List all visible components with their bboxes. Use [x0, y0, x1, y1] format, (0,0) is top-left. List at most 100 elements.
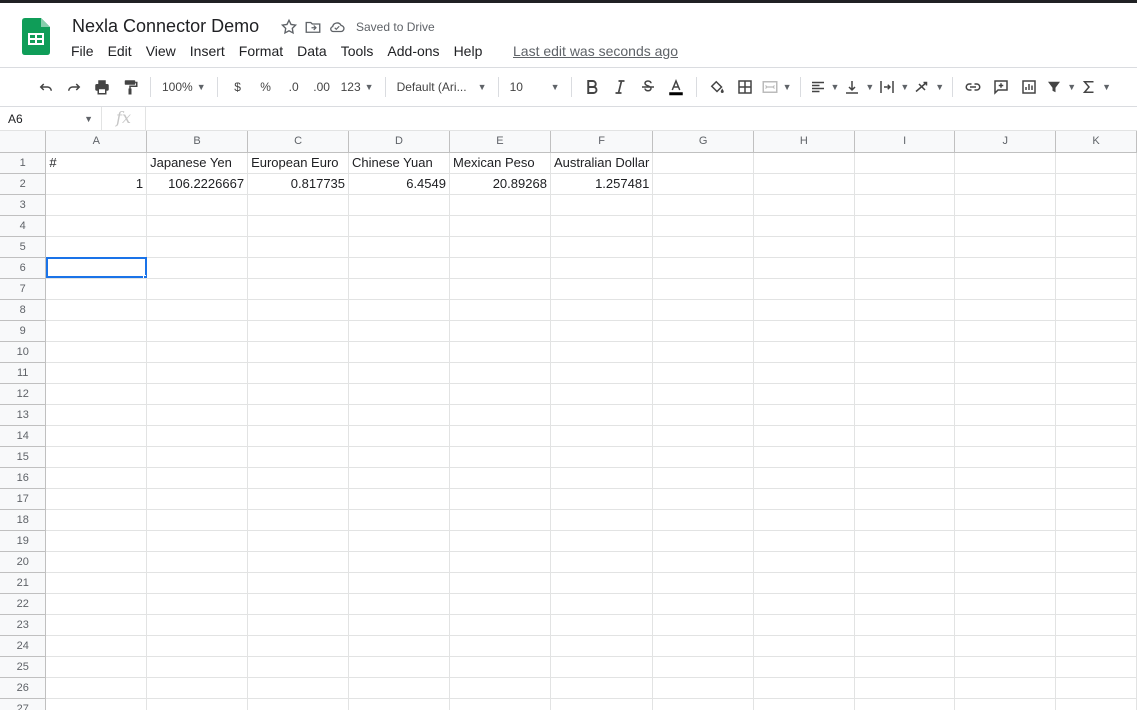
cell-k12[interactable] [1055, 383, 1137, 405]
cell-a12[interactable] [45, 383, 148, 405]
horizontal-align-icon[interactable]: ▼ [809, 75, 839, 99]
cell-k8[interactable] [1055, 299, 1137, 321]
cell-f8[interactable] [550, 299, 654, 321]
cell-e3[interactable] [449, 194, 551, 216]
vertical-align-icon[interactable]: ▼ [843, 75, 874, 99]
cell-c27[interactable] [247, 698, 350, 710]
cell-d20[interactable] [348, 551, 450, 573]
cell-f11[interactable] [550, 362, 654, 384]
cell-b19[interactable] [146, 530, 249, 552]
cell-e17[interactable] [449, 488, 551, 510]
print-icon[interactable] [90, 75, 114, 99]
cell-a19[interactable] [45, 530, 148, 552]
cell-i9[interactable] [854, 320, 956, 342]
cell-h26[interactable] [753, 677, 855, 699]
cell-a4[interactable] [45, 215, 148, 237]
cell-b17[interactable] [146, 488, 249, 510]
increase-decimal-button[interactable]: .00 [310, 75, 334, 99]
cell-f7[interactable] [550, 278, 654, 300]
cell-i3[interactable] [854, 194, 956, 216]
cell-e27[interactable] [449, 698, 551, 710]
cell-e11[interactable] [449, 362, 551, 384]
cell-a26[interactable] [45, 677, 148, 699]
cell-k4[interactable] [1055, 215, 1137, 237]
cell-c9[interactable] [247, 320, 350, 342]
cell-f20[interactable] [550, 551, 654, 573]
cell-f13[interactable] [550, 404, 654, 426]
cell-k13[interactable] [1055, 404, 1137, 426]
cell-d1[interactable]: Chinese Yuan [348, 152, 450, 174]
move-to-folder-icon[interactable] [304, 18, 322, 36]
star-icon[interactable] [280, 18, 298, 36]
undo-icon[interactable] [34, 75, 58, 99]
decrease-decimal-button[interactable]: .0 [282, 75, 306, 99]
cell-g7[interactable] [652, 278, 755, 300]
cell-g15[interactable] [652, 446, 755, 468]
redo-icon[interactable] [62, 75, 86, 99]
cell-a22[interactable] [45, 593, 148, 615]
cell-b11[interactable] [146, 362, 249, 384]
cell-c25[interactable] [247, 656, 350, 678]
cell-f14[interactable] [550, 425, 654, 447]
formula-input[interactable] [146, 107, 1137, 131]
cell-h20[interactable] [753, 551, 855, 573]
cell-g11[interactable] [652, 362, 755, 384]
cell-d13[interactable] [348, 404, 450, 426]
cell-k9[interactable] [1055, 320, 1137, 342]
row-header-8[interactable]: 8 [0, 299, 47, 321]
cell-j15[interactable] [954, 446, 1057, 468]
cell-f5[interactable] [550, 236, 654, 258]
cell-e21[interactable] [449, 572, 551, 594]
cell-b14[interactable] [146, 425, 249, 447]
cell-f3[interactable] [550, 194, 654, 216]
row-header-21[interactable]: 21 [0, 572, 47, 594]
cell-i1[interactable] [854, 152, 956, 174]
cell-c23[interactable] [247, 614, 350, 636]
name-box[interactable]: A6 ▼ [0, 106, 102, 131]
cell-a1[interactable]: # [45, 152, 148, 174]
cell-g19[interactable] [652, 530, 755, 552]
fill-handle[interactable] [143, 274, 146, 277]
cell-h16[interactable] [753, 467, 855, 489]
cell-g24[interactable] [652, 635, 755, 657]
cell-d18[interactable] [348, 509, 450, 531]
row-header-26[interactable]: 26 [0, 677, 47, 699]
cell-h24[interactable] [753, 635, 855, 657]
cell-e2[interactable]: 20.89268 [449, 173, 551, 195]
cell-c4[interactable] [247, 215, 350, 237]
cell-j26[interactable] [954, 677, 1057, 699]
cell-c6[interactable] [247, 257, 350, 279]
row-header-19[interactable]: 19 [0, 530, 47, 552]
cell-k17[interactable] [1055, 488, 1137, 510]
cell-f21[interactable] [550, 572, 654, 594]
cell-e18[interactable] [449, 509, 551, 531]
cell-i24[interactable] [854, 635, 956, 657]
merge-cells-icon[interactable]: ▼ [761, 75, 792, 99]
filter-icon[interactable]: ▼ [1045, 75, 1076, 99]
cell-e20[interactable] [449, 551, 551, 573]
cell-g25[interactable] [652, 656, 755, 678]
cell-i26[interactable] [854, 677, 956, 699]
cell-k27[interactable] [1055, 698, 1137, 710]
cell-g13[interactable] [652, 404, 755, 426]
cell-b3[interactable] [146, 194, 249, 216]
cell-h17[interactable] [753, 488, 855, 510]
text-rotation-icon[interactable]: ▼ [913, 75, 944, 99]
cell-i13[interactable] [854, 404, 956, 426]
row-header-13[interactable]: 13 [0, 404, 47, 426]
row-header-12[interactable]: 12 [0, 383, 47, 405]
cell-c12[interactable] [247, 383, 350, 405]
cell-b22[interactable] [146, 593, 249, 615]
cell-j22[interactable] [954, 593, 1057, 615]
cell-j8[interactable] [954, 299, 1057, 321]
cell-f19[interactable] [550, 530, 654, 552]
row-header-5[interactable]: 5 [0, 236, 47, 258]
cell-f17[interactable] [550, 488, 654, 510]
cell-h25[interactable] [753, 656, 855, 678]
cell-b6[interactable] [146, 257, 249, 279]
menu-addons[interactable]: Add-ons [380, 43, 446, 59]
cell-e26[interactable] [449, 677, 551, 699]
cell-d12[interactable] [348, 383, 450, 405]
cell-h14[interactable] [753, 425, 855, 447]
cell-j18[interactable] [954, 509, 1057, 531]
